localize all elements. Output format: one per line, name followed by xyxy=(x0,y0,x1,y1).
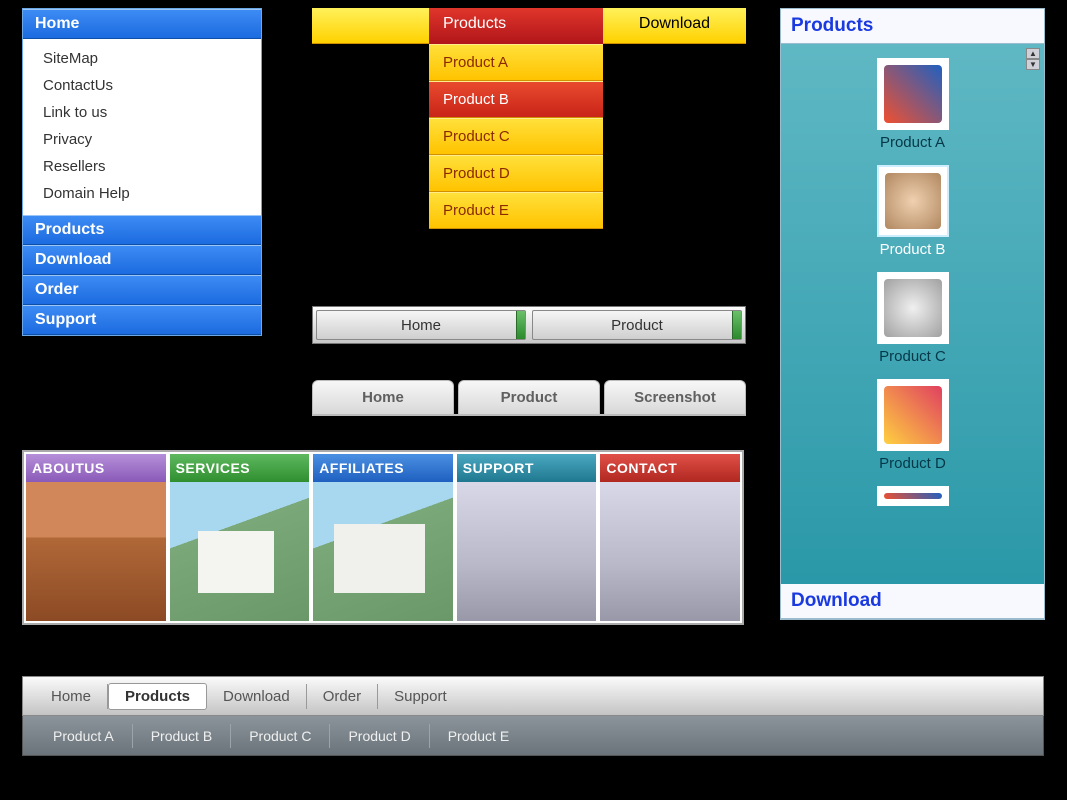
card-head-services: SERVICES xyxy=(170,454,310,482)
right-panel-download[interactable]: Download xyxy=(781,584,1044,619)
right-item-a[interactable]: Product A xyxy=(781,58,1044,151)
vmenu-item-resellers[interactable]: Resellers xyxy=(23,153,261,180)
card-aboutus[interactable]: ABOUTUS xyxy=(26,454,166,621)
bb2-product-e[interactable]: Product E xyxy=(430,724,527,748)
bb-order[interactable]: Order xyxy=(307,684,378,709)
bb-products[interactable]: Products xyxy=(108,683,207,710)
vmenu-header-products[interactable]: Products xyxy=(23,215,261,245)
dropdown-item-e[interactable]: Product E xyxy=(429,192,603,229)
vmenu-header-order[interactable]: Order xyxy=(23,275,261,305)
card-image-contact xyxy=(600,482,740,621)
card-head-contact: CONTACT xyxy=(600,454,740,482)
right-item-d[interactable]: Product D xyxy=(781,379,1044,472)
card-image-services xyxy=(170,482,310,621)
right-panel-scroll: ▲ ▼ xyxy=(1026,48,1040,70)
vmenu-header-download[interactable]: Download xyxy=(23,245,261,275)
vmenu-item-contactus[interactable]: ContactUs xyxy=(23,72,261,99)
tab-strip: Home Product Screenshot xyxy=(312,380,746,416)
card-support[interactable]: SUPPORT xyxy=(457,454,597,621)
bb-home[interactable]: Home xyxy=(35,684,108,709)
topbar-download[interactable]: Download xyxy=(603,8,746,44)
bb-download[interactable]: Download xyxy=(207,684,307,709)
silver-button-product[interactable]: Product xyxy=(532,310,742,340)
tab-screenshot[interactable]: Screenshot xyxy=(604,380,746,414)
scroll-down-icon[interactable]: ▼ xyxy=(1026,59,1040,70)
card-image-affiliates xyxy=(313,482,453,621)
card-head-support: SUPPORT xyxy=(457,454,597,482)
bb2-product-a[interactable]: Product A xyxy=(35,724,133,748)
image-card-row: ABOUTUS SERVICES AFFILIATES SUPPORT CONT… xyxy=(22,450,744,625)
right-item-e-partial[interactable] xyxy=(781,486,1044,506)
card-head-affiliates: AFFILIATES xyxy=(313,454,453,482)
bb2-product-c[interactable]: Product C xyxy=(231,724,330,748)
bb2-product-d[interactable]: Product D xyxy=(330,724,429,748)
bottom-row-main: Home Products Download Order Support xyxy=(22,676,1044,716)
label-product-b: Product B xyxy=(880,241,946,258)
card-services[interactable]: SERVICES xyxy=(170,454,310,621)
vmenu-item-domainhelp[interactable]: Domain Help xyxy=(23,180,261,207)
vertical-menu: Home SiteMap ContactUs Link to us Privac… xyxy=(22,8,262,336)
right-item-b[interactable]: Product B xyxy=(781,165,1044,258)
right-item-c[interactable]: Product C xyxy=(781,272,1044,365)
card-affiliates[interactable]: AFFILIATES xyxy=(313,454,453,621)
thumb-product-a xyxy=(877,58,949,130)
silver-button-home[interactable]: Home xyxy=(316,310,526,340)
thumb-product-b xyxy=(877,165,949,237)
right-panel-title: Products xyxy=(781,9,1044,44)
right-panel-body: ▲ ▼ Product A Product B Product C Produc… xyxy=(781,44,1044,584)
thumb-product-c xyxy=(877,272,949,344)
vmenu-header-support[interactable]: Support xyxy=(23,305,261,335)
label-product-d: Product D xyxy=(879,455,946,472)
vmenu-header-home[interactable]: Home xyxy=(23,9,261,39)
bottom-menu-bar: Home Products Download Order Support Pro… xyxy=(22,676,1044,756)
bb-support[interactable]: Support xyxy=(378,684,463,709)
product-dropdown: Product A Product B Product C Product D … xyxy=(429,44,603,229)
card-contact[interactable]: CONTACT xyxy=(600,454,740,621)
thumb-product-e xyxy=(877,486,949,506)
label-product-c: Product C xyxy=(879,348,946,365)
card-image-support xyxy=(457,482,597,621)
label-product-a: Product A xyxy=(880,134,945,151)
top-dropdown-menu: Products Download Product A Product B Pr… xyxy=(312,8,746,229)
vmenu-item-sitemap[interactable]: SiteMap xyxy=(23,45,261,72)
vmenu-body: SiteMap ContactUs Link to us Privacy Res… xyxy=(23,39,261,215)
scroll-up-icon[interactable]: ▲ xyxy=(1026,48,1040,59)
vmenu-item-link[interactable]: Link to us xyxy=(23,99,261,126)
tab-product[interactable]: Product xyxy=(458,380,600,414)
card-image-aboutus xyxy=(26,482,166,621)
card-head-aboutus: ABOUTUS xyxy=(26,454,166,482)
vmenu-item-privacy[interactable]: Privacy xyxy=(23,126,261,153)
dropdown-item-a[interactable]: Product A xyxy=(429,44,603,81)
topbar-products[interactable]: Products xyxy=(429,8,603,44)
thumb-product-d xyxy=(877,379,949,451)
dropdown-item-c[interactable]: Product C xyxy=(429,118,603,155)
topbar-spacer xyxy=(312,8,429,44)
dropdown-item-b[interactable]: Product B xyxy=(429,81,603,118)
dropdown-item-d[interactable]: Product D xyxy=(429,155,603,192)
tab-home[interactable]: Home xyxy=(312,380,454,414)
bb2-product-b[interactable]: Product B xyxy=(133,724,231,748)
bottom-row-sub: Product A Product B Product C Product D … xyxy=(22,716,1044,756)
silver-button-bar: Home Product xyxy=(312,306,746,344)
right-products-panel: Products ▲ ▼ Product A Product B Product… xyxy=(780,8,1045,620)
